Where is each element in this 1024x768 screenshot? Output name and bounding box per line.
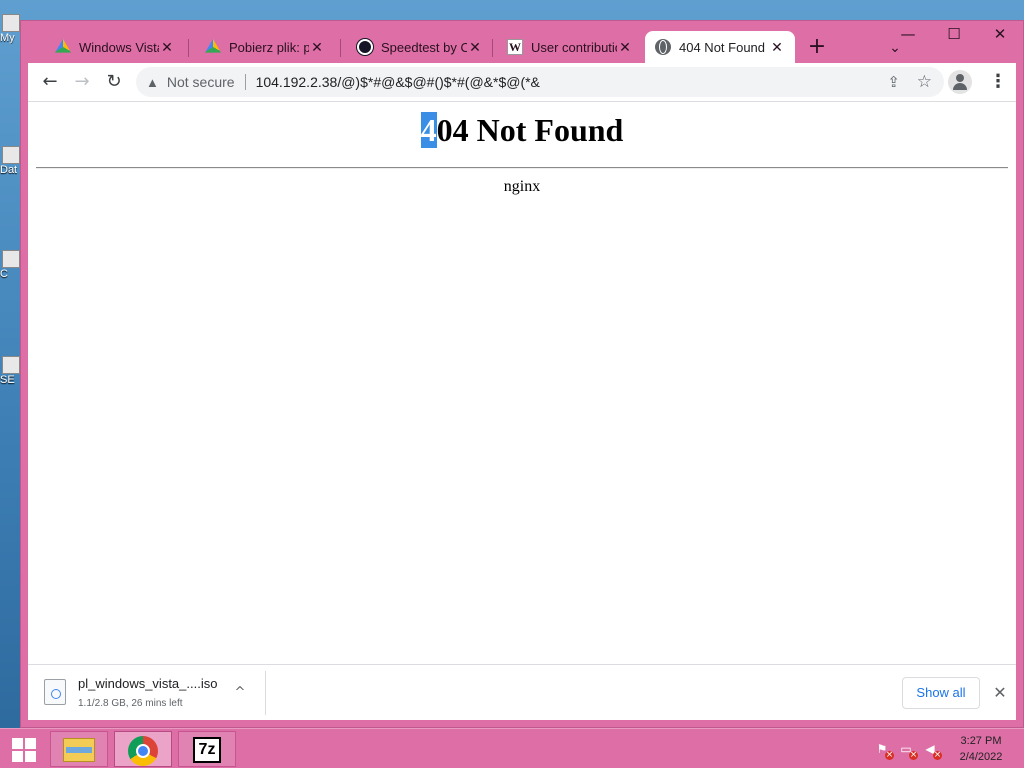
browser-window: Windows Vista - ✕ Pobierz plik: pl_ ✕ Sp… xyxy=(20,20,1024,728)
close-window-button[interactable]: ✕ xyxy=(977,21,1023,49)
back-button[interactable]: ← xyxy=(36,68,64,96)
tab-title: User contributio xyxy=(531,39,617,55)
profile-avatar-button[interactable] xyxy=(948,70,972,94)
tab-title: Speedtest by Oo xyxy=(381,39,467,55)
computer-icon xyxy=(2,14,20,32)
action-center-flag-icon[interactable]: ⚑ xyxy=(874,742,894,760)
desktop-icon-my-computer[interactable]: My xyxy=(0,14,22,44)
download-shelf: pl_windows_vista_....iso 1.1/2.8 GB, 26 … xyxy=(28,664,1016,720)
desktop-icon-data[interactable]: Dat xyxy=(0,146,22,176)
tab-speedtest[interactable]: Speedtest by Oo ✕ xyxy=(347,31,493,63)
folder-icon xyxy=(2,146,20,164)
download-filename[interactable]: pl_windows_vista_....iso xyxy=(78,676,217,691)
tab-divider xyxy=(492,39,493,57)
download-divider xyxy=(265,671,266,715)
desktop-icon-label: C xyxy=(0,268,8,280)
chrome-icon xyxy=(128,736,158,766)
desktop-icon-label: My xyxy=(0,32,15,44)
windows-logo-pane xyxy=(12,751,23,762)
disc-image-file-icon[interactable] xyxy=(44,679,66,705)
taskbar-7zip[interactable]: 7z xyxy=(178,731,236,767)
close-icon[interactable]: ✕ xyxy=(617,39,633,56)
tab-title: 404 Not Found xyxy=(679,39,766,55)
tab-404-not-found[interactable]: 404 Not Found ✕ xyxy=(645,31,795,63)
desktop-icon-c[interactable]: C xyxy=(0,250,22,280)
tab-title: Windows Vista - xyxy=(79,39,159,55)
download-status: 1.1/2.8 GB, 26 mins left xyxy=(78,698,183,709)
file-explorer-icon xyxy=(63,738,95,762)
server-signature: nginx xyxy=(503,178,541,195)
start-button[interactable] xyxy=(4,735,44,763)
page-title: 404 Not Found xyxy=(28,110,1016,150)
close-icon[interactable]: ✕ xyxy=(988,679,1012,707)
google-drive-icon xyxy=(205,39,221,53)
omnibox-divider xyxy=(244,74,246,90)
close-icon[interactable]: ✕ xyxy=(467,39,483,56)
show-all-button[interactable]: Show all xyxy=(902,677,980,709)
url-text[interactable]: 104.192.2.38/@)$*#@&$@#()$*#(@&*$@(*& xyxy=(256,74,944,90)
forward-button[interactable]: → xyxy=(68,68,96,96)
tab-windows-vista[interactable]: Windows Vista - ✕ xyxy=(45,31,185,63)
new-tab-button[interactable]: + xyxy=(805,36,829,60)
google-drive-icon xyxy=(55,39,71,53)
close-icon[interactable]: ✕ xyxy=(159,39,175,56)
share-icon[interactable]: ⇪ xyxy=(887,73,900,91)
tab-pobierz-plik[interactable]: Pobierz plik: pl_ ✕ xyxy=(195,31,335,63)
close-icon[interactable]: ✕ xyxy=(769,39,785,56)
taskbar-file-explorer[interactable] xyxy=(50,731,108,767)
wikipedia-icon: W xyxy=(507,39,523,55)
maximize-button[interactable]: ☐ xyxy=(931,21,977,49)
volume-icon[interactable]: ◀ xyxy=(922,742,942,760)
drive-icon xyxy=(2,250,20,268)
bookmark-star-icon[interactable]: ☆ xyxy=(917,72,932,92)
windows-logo-pane xyxy=(25,738,36,749)
security-label[interactable]: Not secure xyxy=(167,74,235,90)
page-viewport: 404 Not Found nginx xyxy=(28,101,1016,664)
clock-time: 3:27 PM xyxy=(960,735,1002,747)
warning-icon[interactable]: ▲ xyxy=(146,75,159,90)
browser-menu-button[interactable]: ⋮ xyxy=(984,68,1012,96)
browser-toolbar: ← → ↻ ▲ Not secure 104.192.2.38/@)$*#@&$… xyxy=(28,63,1016,101)
minimize-button[interactable]: — xyxy=(885,21,931,49)
tab-divider xyxy=(340,39,341,57)
7zip-icon: 7z xyxy=(193,737,221,763)
windows-logo-icon xyxy=(12,738,23,749)
system-clock[interactable]: 3:27 PM 2/4/2022 xyxy=(946,733,1016,765)
speedtest-icon xyxy=(357,39,373,55)
horizontal-rule xyxy=(36,167,1008,169)
reload-button[interactable]: ↻ xyxy=(100,68,128,96)
windows-logo-pane xyxy=(25,751,36,762)
globe-icon xyxy=(655,39,671,55)
app-icon xyxy=(2,356,20,374)
tab-divider xyxy=(188,39,189,57)
taskbar: 7z ⚑ ▭ ◀ 3:27 PM 2/4/2022 xyxy=(0,728,1024,768)
taskbar-chrome[interactable] xyxy=(114,731,172,767)
close-icon[interactable]: ✕ xyxy=(309,39,325,56)
selected-text: 4 xyxy=(420,112,437,148)
tab-user-contributions[interactable]: W User contributio ✕ xyxy=(497,31,643,63)
tab-title: Pobierz plik: pl_ xyxy=(229,39,309,55)
address-bar[interactable]: ▲ Not secure 104.192.2.38/@)$*#@&$@#()$*… xyxy=(136,67,944,97)
desktop-icon-se[interactable]: SE xyxy=(0,356,22,386)
network-icon[interactable]: ▭ xyxy=(898,742,918,760)
tab-strip: Windows Vista - ✕ Pobierz plik: pl_ ✕ Sp… xyxy=(21,21,1023,63)
page-title-rest: 04 Not Found xyxy=(436,112,624,148)
desktop-icon-label: Dat xyxy=(0,164,18,176)
desktop-icon-label: SE xyxy=(0,374,15,386)
chevron-up-icon[interactable]: ^ xyxy=(228,681,252,705)
clock-date: 2/4/2022 xyxy=(959,751,1003,763)
